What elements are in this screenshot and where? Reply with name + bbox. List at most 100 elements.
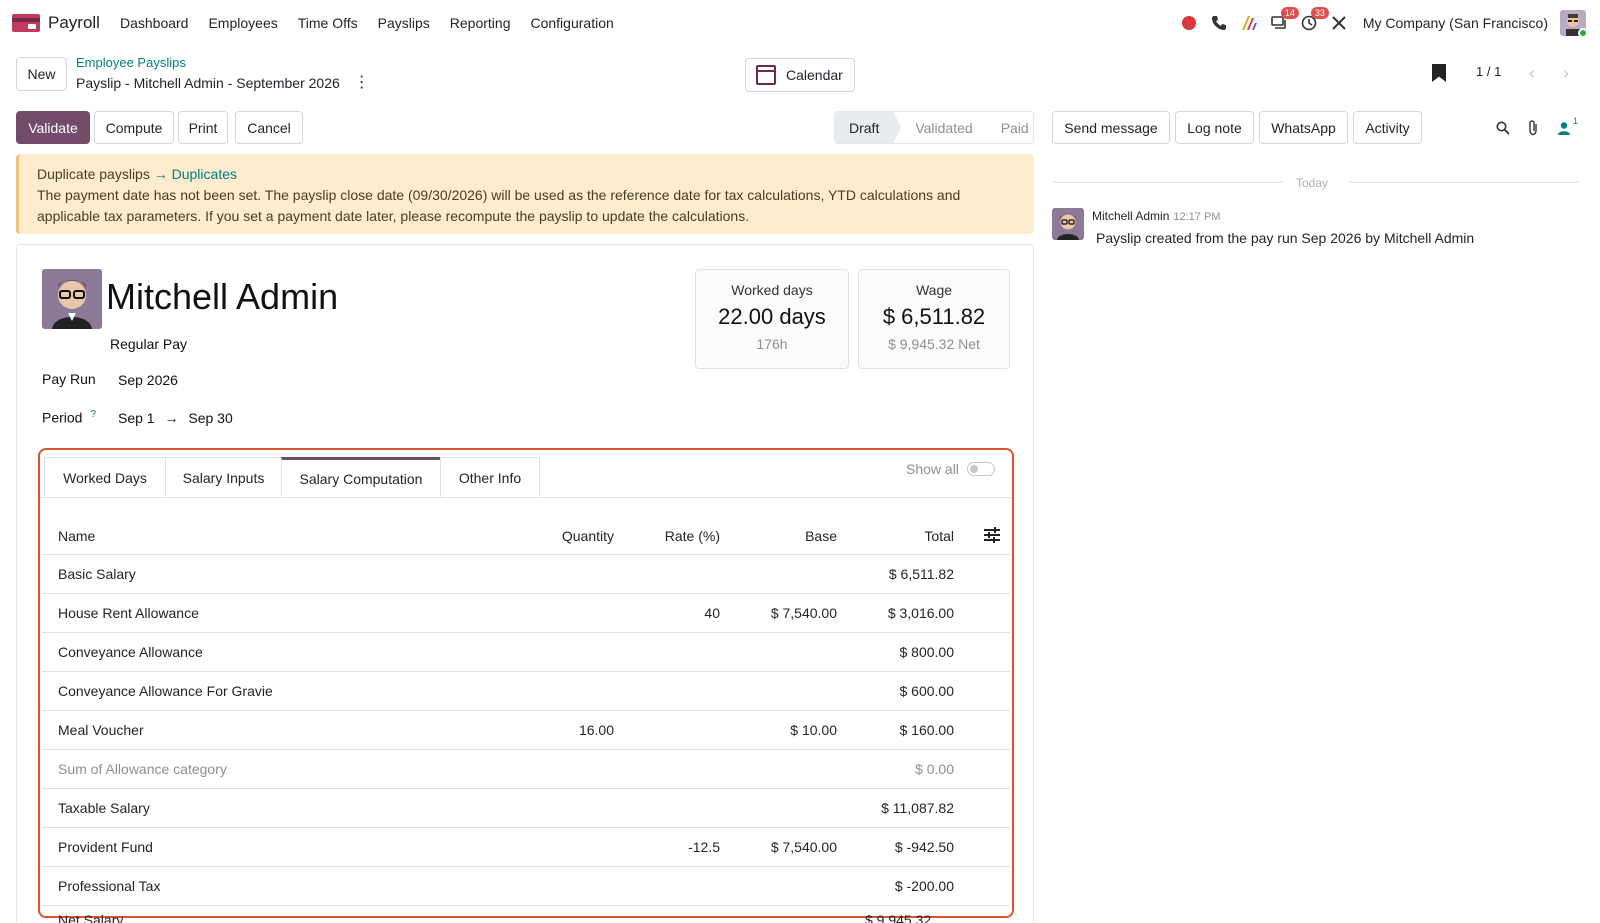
structure-name[interactable]: Regular Pay	[110, 336, 187, 352]
message-author-line: Mitchell Admin 12:17 PM	[1092, 209, 1220, 223]
followers-icon[interactable]	[1555, 119, 1573, 137]
table-row[interactable]: Provident Fund -12.5 $ 7,540.00 $ -942.5…	[42, 828, 1010, 867]
paperclip-icon[interactable]	[1524, 119, 1542, 137]
today-label: Today	[1296, 176, 1329, 190]
wage-stat[interactable]: Wage $ 6,511.82 $ 9,945.32 Net	[858, 269, 1010, 369]
record-title: Payslip - Mitchell Admin - September 202…	[76, 75, 340, 91]
status-paid[interactable]: Paid	[987, 112, 1043, 143]
activity-button[interactable]: Activity	[1353, 111, 1422, 144]
show-all-switch[interactable]	[966, 462, 995, 476]
column-rate[interactable]: Rate (%)	[665, 517, 720, 554]
user-avatar[interactable]	[1560, 10, 1586, 36]
menu-time-offs[interactable]: Time Offs	[298, 15, 358, 31]
company-switcher[interactable]: My Company (San Francisco)	[1363, 15, 1548, 31]
menu-reporting[interactable]: Reporting	[450, 15, 511, 31]
search-icon[interactable]	[1494, 119, 1512, 137]
online-status-dot	[1578, 28, 1586, 36]
message-body: Payslip created from the pay run Sep 202…	[1096, 230, 1475, 246]
period-label: Period	[42, 409, 83, 426]
table-row[interactable]: Conveyance Allowance For Gravie $ 600.00	[42, 672, 1010, 711]
column-name[interactable]: Name	[58, 517, 95, 554]
compute-button[interactable]: Compute	[94, 111, 174, 144]
tools-icon[interactable]	[1325, 9, 1353, 37]
period-label-row: Period?	[42, 409, 96, 426]
menu-payslips[interactable]: Payslips	[378, 15, 430, 31]
alert-arrow-icon: →	[153, 166, 168, 182]
alert-message-line-2: applicable tax parameters. If you set a …	[37, 208, 750, 224]
calendar-button[interactable]: Calendar	[745, 58, 855, 92]
calendar-label: Calendar	[786, 67, 843, 83]
show-all-toggle[interactable]: Show all	[906, 461, 995, 477]
alert-duplicate-line: Duplicate payslips → Duplicates	[37, 164, 1016, 185]
employee-name[interactable]: Mitchell Admin	[106, 276, 338, 318]
record-title-row: Payslip - Mitchell Admin - September 202…	[76, 75, 370, 92]
period-from[interactable]: Sep 1	[118, 410, 155, 426]
worked-days-stat[interactable]: Worked days 22.00 days 176h	[695, 269, 849, 369]
wage-label: Wage	[915, 282, 953, 298]
period-value[interactable]: Sep 1 → Sep 30	[118, 410, 233, 426]
app-name[interactable]: Payroll	[48, 13, 100, 33]
pay-run-value[interactable]: Sep 2026	[118, 372, 178, 388]
calendar-icon	[756, 65, 776, 85]
tab-salary-computation[interactable]: Salary Computation	[281, 457, 441, 497]
table-row[interactable]: Taxable Salary $ 11,087.82	[42, 789, 1010, 828]
breadcrumb-employee-payslips[interactable]: Employee Payslips	[76, 55, 186, 70]
net-salary-row-partial[interactable]: Net Salary	[58, 912, 123, 923]
table-header: Name Quantity Rate (%) Base Total	[42, 517, 1010, 555]
cancel-button[interactable]: Cancel	[235, 111, 303, 144]
period-help-icon[interactable]: ?	[90, 409, 96, 420]
activity-clock-icon[interactable]: 33	[1295, 7, 1329, 37]
row-total: $ -942.50	[894, 839, 954, 855]
tabs-divider	[40, 497, 1012, 498]
employee-avatar	[42, 269, 102, 329]
status-draft[interactable]: Draft	[835, 112, 902, 143]
menu-employees[interactable]: Employees	[208, 15, 277, 31]
table-row[interactable]: Basic Salary $ 6,511.82	[42, 555, 1010, 594]
row-rate: 40	[704, 605, 720, 621]
message-time: 12:17 PM	[1173, 211, 1221, 223]
pager-previous-icon[interactable]: ‹	[1519, 60, 1545, 86]
messages-icon[interactable]: 14	[1265, 7, 1299, 37]
table-row[interactable]: Meal Voucher 16.00 $ 10.00 $ 160.00	[42, 711, 1010, 750]
tab-salary-inputs[interactable]: Salary Inputs	[165, 457, 282, 497]
column-base[interactable]: Base	[805, 517, 837, 554]
new-button[interactable]: New	[16, 57, 67, 91]
warning-alert: Duplicate payslips → Duplicates The paym…	[16, 154, 1034, 234]
message-author[interactable]: Mitchell Admin	[1092, 209, 1169, 223]
table-row[interactable]: Conveyance Allowance $ 800.00	[42, 633, 1010, 672]
table-row[interactable]: Professional Tax $ -200.00	[42, 867, 1010, 906]
row-total: $ 0.00	[915, 761, 954, 777]
bookmark-icon[interactable]	[1432, 64, 1446, 82]
status-validated[interactable]: Validated	[901, 112, 986, 143]
phone-icon[interactable]	[1205, 9, 1233, 37]
salary-notebook: Worked Days Salary Inputs Salary Computa…	[38, 448, 1014, 918]
validate-button[interactable]: Validate	[16, 111, 90, 144]
record-icon[interactable]	[1175, 9, 1203, 37]
payroll-app-icon[interactable]	[12, 14, 40, 32]
duplicates-link[interactable]: Duplicates	[172, 166, 237, 182]
ai-icon[interactable]	[1235, 9, 1263, 37]
optional-columns-icon[interactable]	[984, 527, 1000, 543]
send-message-button[interactable]: Send message	[1052, 111, 1170, 144]
pager-next-icon[interactable]: ›	[1553, 60, 1579, 86]
wage-net-value: $ 9,945.32 Net	[888, 336, 980, 352]
pager-value[interactable]: 1 / 1	[1476, 64, 1501, 79]
column-total[interactable]: Total	[924, 517, 954, 554]
whatsapp-button[interactable]: WhatsApp	[1259, 111, 1348, 144]
tab-other-info[interactable]: Other Info	[440, 457, 540, 497]
menu-dashboard[interactable]: Dashboard	[120, 15, 189, 31]
row-base: $ 7,540.00	[770, 839, 837, 855]
column-quantity[interactable]: Quantity	[562, 517, 614, 554]
table-row[interactable]: Sum of Allowance category $ 0.00	[42, 750, 1010, 789]
log-note-button[interactable]: Log note	[1175, 111, 1254, 144]
status-bar: Draft Validated Paid	[834, 111, 1034, 144]
message-author-avatar[interactable]	[1052, 208, 1084, 240]
period-to[interactable]: Sep 30	[188, 410, 232, 426]
tab-worked-days[interactable]: Worked Days	[44, 457, 166, 497]
wage-value: $ 6,511.82	[882, 304, 986, 329]
table-row[interactable]: House Rent Allowance 40 $ 7,540.00 $ 3,0…	[42, 594, 1010, 633]
kebab-menu-icon[interactable]: ⋮	[354, 75, 370, 91]
print-button[interactable]: Print	[178, 111, 228, 144]
row-total: $ 11,087.82	[881, 800, 954, 816]
menu-configuration[interactable]: Configuration	[530, 15, 613, 31]
